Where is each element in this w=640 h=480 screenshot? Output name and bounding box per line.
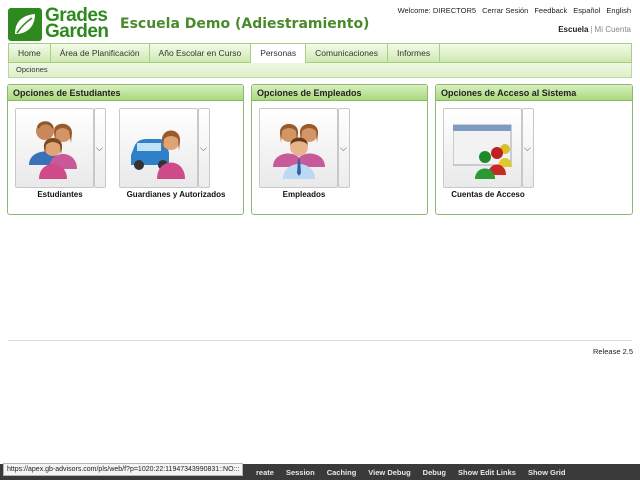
dev-session-link[interactable]: Session: [286, 468, 315, 477]
dev-debug-link[interactable]: Debug: [423, 468, 446, 477]
dev-show-edit-links[interactable]: Show Edit Links: [458, 468, 516, 477]
access-accounts-tile[interactable]: [443, 108, 522, 188]
students-dropdown-toggle[interactable]: ⌵: [94, 108, 106, 188]
access-dropdown-toggle[interactable]: ⌵: [522, 108, 534, 188]
chevron-down-icon: ⌵: [340, 143, 347, 153]
account-separator: |: [590, 25, 593, 34]
tab-home[interactable]: Home: [9, 44, 51, 62]
release-version: Release 2.5: [592, 347, 633, 356]
students-panel-title: Opciones de Estudiantes: [8, 85, 243, 101]
my-account-link[interactable]: Mi Cuenta: [595, 25, 631, 34]
access-options-panel: Opciones de Acceso al Sistema ⌵ Cuentas …: [435, 84, 633, 215]
feedback-link[interactable]: Feedback: [534, 6, 567, 15]
grades-garden-logo[interactable]: Grades Garden: [8, 6, 110, 42]
tab-current-year[interactable]: Año Escolar en Curso: [150, 44, 252, 62]
welcome-text: Welcome: DIRECTOR5: [397, 6, 477, 15]
access-accounts-label[interactable]: Cuentas de Acceso: [442, 190, 534, 199]
guardians-icon: [131, 130, 185, 179]
employees-tile[interactable]: [259, 108, 338, 188]
chevron-down-icon: ⌵: [524, 143, 531, 153]
employees-panel-title: Opciones de Empleados: [252, 85, 427, 101]
main-tabs: Home Área de Planificación Año Escolar e…: [8, 43, 632, 64]
students-icon: [29, 121, 77, 179]
app-title: Escuela Demo (Adiestramiento): [120, 16, 370, 32]
dev-create-link[interactable]: reate: [256, 468, 274, 477]
tab-communications[interactable]: Comunicaciones: [306, 44, 388, 62]
english-link[interactable]: English: [606, 6, 631, 15]
dev-caching-link[interactable]: Caching: [327, 468, 357, 477]
tab-reports[interactable]: Informes: [388, 44, 441, 62]
user-accounts-icon: [453, 124, 512, 179]
footer-divider: [8, 340, 632, 341]
employees-options-panel: Opciones de Empleados ⌵ Empleados: [251, 84, 428, 215]
spanish-link[interactable]: Español: [573, 6, 600, 15]
tab-planning[interactable]: Área de Planificación: [51, 44, 150, 62]
school-link[interactable]: Escuela: [558, 25, 588, 34]
students-label[interactable]: Estudiantes: [24, 190, 96, 199]
chevron-down-icon: ⌵: [200, 143, 207, 153]
guardians-dropdown-toggle[interactable]: ⌵: [198, 108, 210, 188]
chevron-down-icon: ⌵: [96, 143, 103, 153]
top-links: Welcome: DIRECTOR5 Cerrar Sesión Feedbac…: [398, 6, 631, 15]
students-tile[interactable]: [15, 108, 94, 188]
leaf-logo-icon: [8, 7, 42, 41]
tab-people[interactable]: Personas: [251, 43, 307, 64]
access-panel-title: Opciones de Acceso al Sistema: [436, 85, 632, 101]
students-options-panel: Opciones de Estudiantes ⌵ ⌵ Estudiantes …: [7, 84, 244, 215]
sub-navigation: Opciones: [8, 63, 632, 78]
logo-wordmark: Grades Garden: [45, 6, 109, 42]
employees-label[interactable]: Empleados: [264, 190, 344, 199]
logo-line-2: Garden: [45, 21, 109, 42]
dev-view-debug-link[interactable]: View Debug: [368, 468, 410, 477]
status-url-tooltip: https://apex.gb-advisors.com/pls/web/f?p…: [3, 463, 244, 476]
guardians-tile[interactable]: [119, 108, 198, 188]
employees-dropdown-toggle[interactable]: ⌵: [338, 108, 350, 188]
dev-show-grid-link[interactable]: Show Grid: [528, 468, 566, 477]
logout-link[interactable]: Cerrar Sesión: [482, 6, 528, 15]
account-switch: Escuela | Mi Cuenta: [558, 25, 631, 34]
options-link[interactable]: Opciones: [16, 65, 48, 74]
employees-icon: [273, 124, 325, 179]
guardians-label[interactable]: Guardianes y Autorizados: [111, 190, 241, 199]
